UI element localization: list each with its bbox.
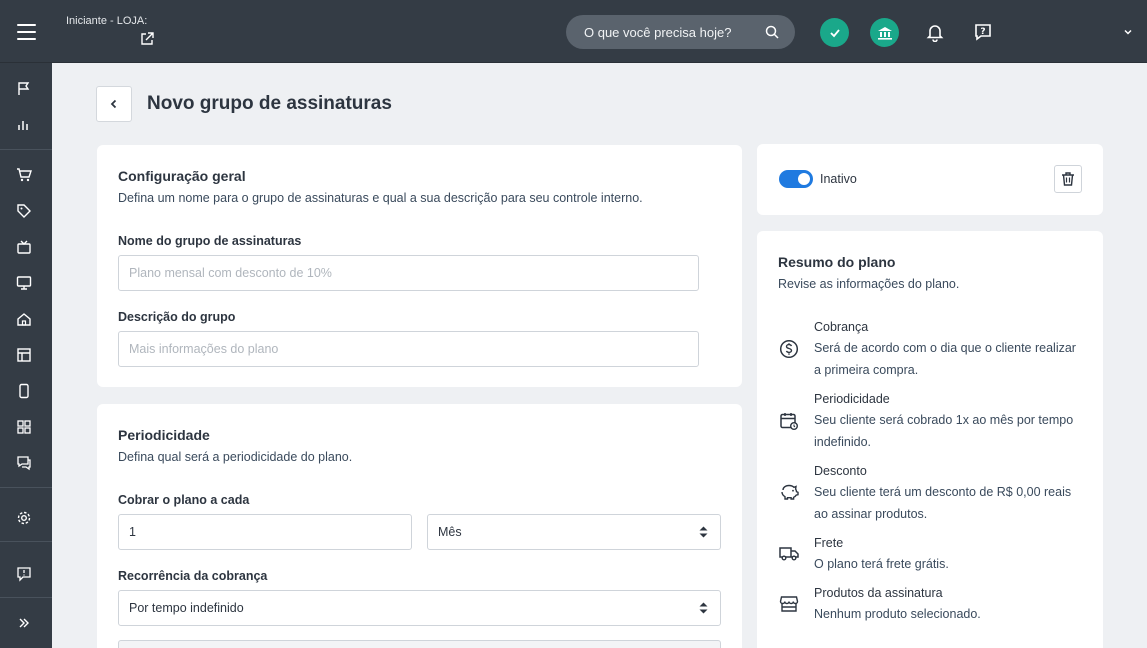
periodicity-subtitle: Defina qual será a periodicidade do plan… xyxy=(118,450,353,464)
group-description-input[interactable]: Mais informações do plano xyxy=(118,331,699,367)
chevron-down-icon xyxy=(1124,29,1132,35)
charge-interval-label: Cobrar o plano a cada xyxy=(118,493,250,507)
bell-icon xyxy=(926,25,944,42)
dollar-icon xyxy=(779,339,799,359)
general-config-subtitle: Defina um nome para o grupo de assinatur… xyxy=(118,191,643,205)
svg-text:?: ? xyxy=(980,27,985,37)
select-arrows-icon xyxy=(699,526,708,538)
summary-item-desc: Seu cliente terá um desconto de R$ 0,00 … xyxy=(814,485,1072,521)
general-config-title: Configuração geral xyxy=(118,168,246,184)
summary-subtitle: Revise as informações do plano. xyxy=(778,277,960,291)
delete-button[interactable] xyxy=(1054,165,1082,193)
group-description-label: Descrição do grupo xyxy=(118,310,236,324)
phone-icon[interactable] xyxy=(15,382,33,400)
summary-item-desc: Seu cliente será cobrado 1x ao mês por t… xyxy=(814,413,1074,449)
home-icon[interactable] xyxy=(15,310,33,328)
recurrence-label: Recorrência da cobrança xyxy=(118,569,268,583)
tag-icon[interactable] xyxy=(15,202,33,220)
summary-item-desc: Será de acordo com o dia que o cliente r… xyxy=(814,341,1076,377)
tv-icon[interactable] xyxy=(15,238,33,256)
calendar-icon xyxy=(779,411,799,431)
bank-button[interactable] xyxy=(870,18,899,47)
check-icon xyxy=(829,28,840,37)
status-toggle[interactable] xyxy=(779,170,813,188)
summary-item-desc: O plano terá frete grátis. xyxy=(814,557,949,571)
notifications-button[interactable] xyxy=(924,21,946,43)
recurrence-value: Por tempo indefinido xyxy=(129,601,244,615)
summary-title: Resumo do plano xyxy=(778,254,896,270)
group-name-input[interactable]: Plano mensal com desconto de 10% xyxy=(118,255,699,291)
summary-item-title: Periodicidade xyxy=(814,392,890,406)
truck-icon xyxy=(779,543,799,563)
charge-unit-value: Mês xyxy=(438,525,462,539)
page-title: Novo grupo de assinaturas xyxy=(147,93,392,114)
store-label: Iniciante - LOJA: xyxy=(66,15,148,27)
status-label: Inativo xyxy=(820,172,857,186)
charge-interval-input[interactable]: 1 xyxy=(118,514,412,550)
summary-item-title: Frete xyxy=(814,536,844,550)
expand-icon[interactable] xyxy=(15,614,33,632)
back-button[interactable] xyxy=(96,86,132,122)
monitor-icon[interactable] xyxy=(15,274,33,292)
chat-icon[interactable] xyxy=(15,454,33,472)
trash-icon xyxy=(1062,172,1074,186)
apps-icon[interactable] xyxy=(15,418,33,436)
summary-item-title: Produtos da assinatura xyxy=(814,586,943,600)
flag-icon[interactable] xyxy=(15,80,33,98)
help-chat-icon: ? xyxy=(975,24,991,41)
top-bar: Iniciante - LOJA: O que você precisa hoj… xyxy=(0,0,1147,63)
charge-unit-select[interactable]: Mês xyxy=(427,514,721,550)
help-button[interactable]: ? xyxy=(972,21,994,43)
search-input[interactable]: O que você precisa hoje? xyxy=(584,25,731,40)
menu-icon[interactable] xyxy=(17,24,36,40)
piggy-bank-icon xyxy=(779,482,799,502)
external-link-icon[interactable] xyxy=(140,32,154,46)
summary-item-title: Desconto xyxy=(814,464,867,478)
periodicity-card: Periodicidade Defina qual será a periodi… xyxy=(97,404,742,648)
search-bar[interactable]: O que você precisa hoje? xyxy=(566,15,795,49)
feedback-icon[interactable] xyxy=(15,565,33,583)
layout-icon[interactable] xyxy=(15,346,33,364)
summary-item-title: Cobrança xyxy=(814,320,869,334)
sidebar xyxy=(0,63,52,648)
general-config-card: Configuração geral Defina um nome para o… xyxy=(97,145,742,387)
additional-field[interactable] xyxy=(118,640,721,648)
search-icon[interactable] xyxy=(765,25,779,39)
gear-icon[interactable] xyxy=(15,509,33,527)
cart-icon[interactable] xyxy=(15,166,33,184)
bank-icon xyxy=(877,26,892,40)
group-name-label: Nome do grupo de assinaturas xyxy=(118,234,302,248)
store-icon xyxy=(779,594,799,614)
recurrence-select[interactable]: Por tempo indefinido xyxy=(118,590,721,626)
account-dropdown[interactable] xyxy=(1117,21,1139,43)
summary-item-desc: Nenhum produto selecionado. xyxy=(814,607,981,621)
status-check-button[interactable] xyxy=(820,18,849,47)
chevron-left-icon xyxy=(110,99,117,109)
select-arrows-icon xyxy=(699,602,708,614)
periodicity-title: Periodicidade xyxy=(118,427,210,443)
chart-icon[interactable] xyxy=(15,116,33,134)
